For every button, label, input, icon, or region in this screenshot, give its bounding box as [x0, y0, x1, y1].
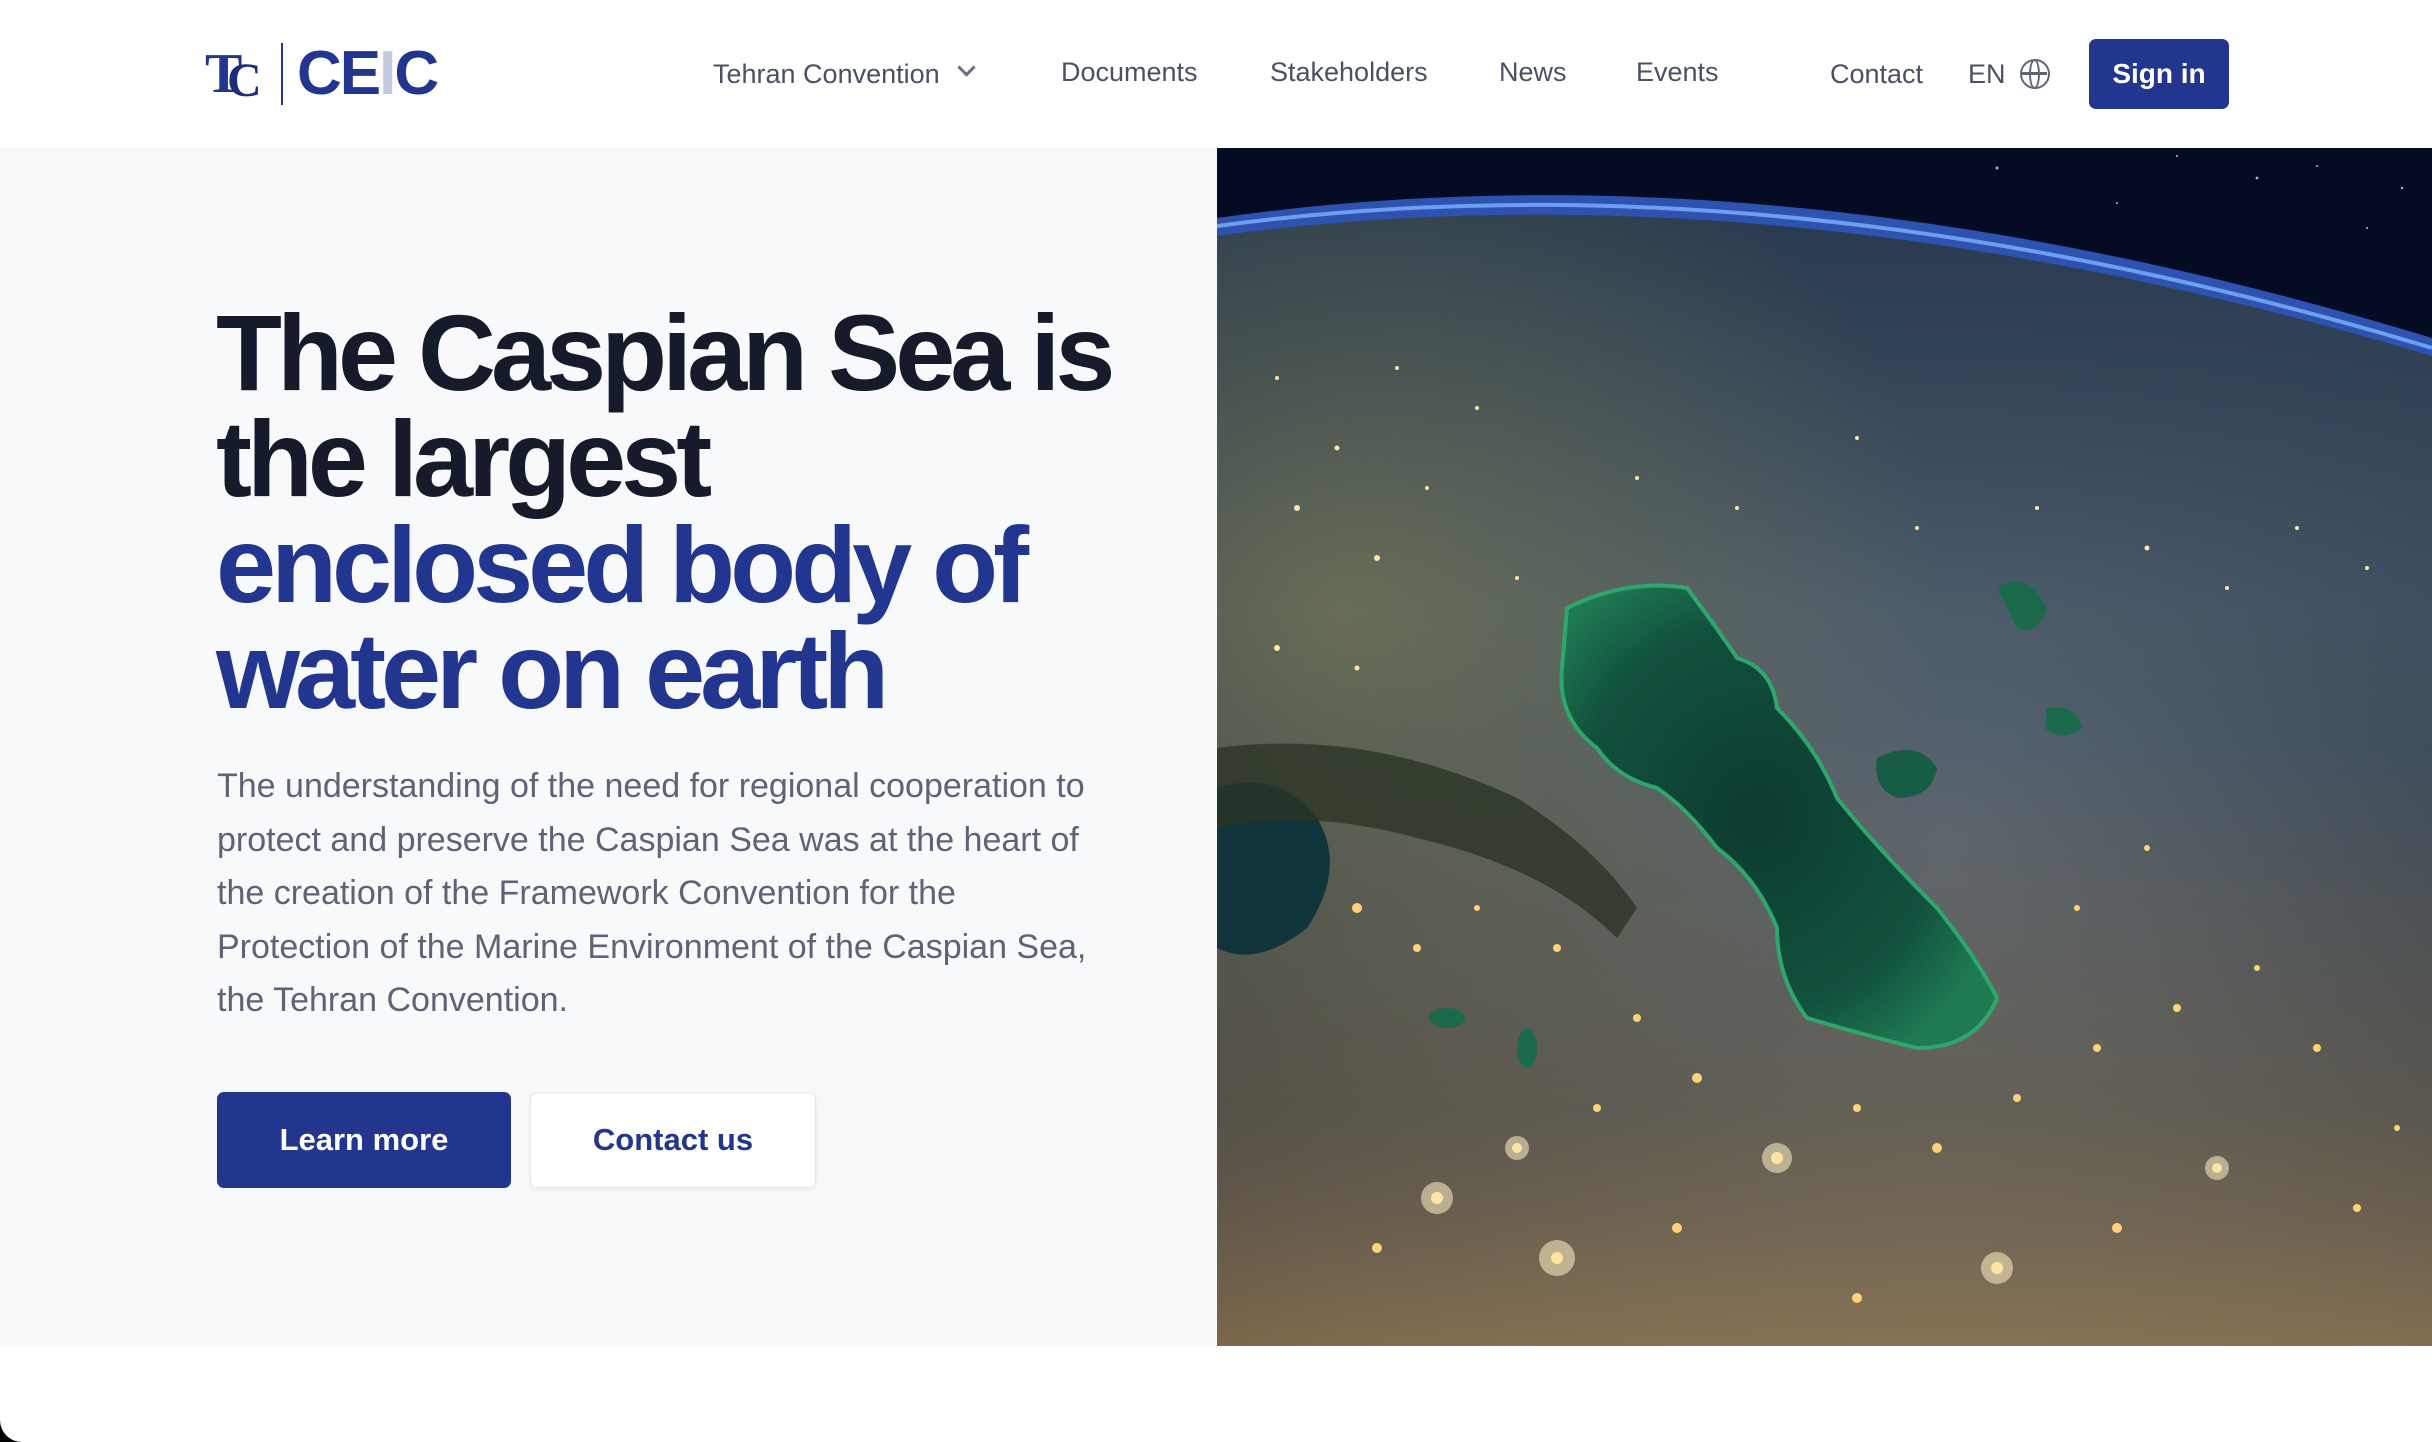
contact-us-button[interactable]: Contact us	[530, 1092, 816, 1188]
main-nav: Tehran Convention Documents Stakeholders…	[0, 46, 2432, 102]
globe-icon	[2019, 59, 2050, 89]
site-header: TC CEIC Tehran Convention Documents Stak…	[0, 0, 2432, 148]
hero-headline: The Caspian Sea is the largest enclosed …	[216, 292, 1176, 731]
nav-documents[interactable]: Documents	[1061, 44, 1198, 100]
nav-stakeholders[interactable]: Stakeholders	[1270, 44, 1428, 100]
language-label: EN	[1968, 59, 2006, 89]
language-selector[interactable]: EN	[1968, 46, 2050, 102]
nav-contact[interactable]: Contact	[1830, 46, 1923, 102]
nav-tehran-convention-label: Tehran Convention	[713, 59, 940, 89]
headline-line-3: enclosed body of	[216, 504, 1029, 625]
nav-news[interactable]: News	[1499, 44, 1567, 100]
nav-tehran-convention[interactable]: Tehran Convention	[713, 46, 974, 102]
learn-more-button[interactable]: Learn more	[217, 1092, 511, 1188]
window-corner	[0, 1420, 22, 1442]
headline-line-2: the largest	[216, 398, 712, 519]
page: TC CEIC Tehran Convention Documents Stak…	[0, 0, 2432, 1442]
headline-line-1: The Caspian Sea is	[216, 292, 1115, 413]
caspian-sea-earth-image	[1217, 148, 2432, 1346]
section-divider	[0, 1346, 2432, 1442]
hero-lead-text: The understanding of the need for region…	[217, 767, 1087, 1019]
sign-in-button[interactable]: Sign in	[2089, 39, 2229, 109]
headline-line-4: water on earth	[216, 610, 889, 731]
nav-events[interactable]: Events	[1636, 44, 1719, 100]
chevron-down-icon	[958, 61, 974, 77]
